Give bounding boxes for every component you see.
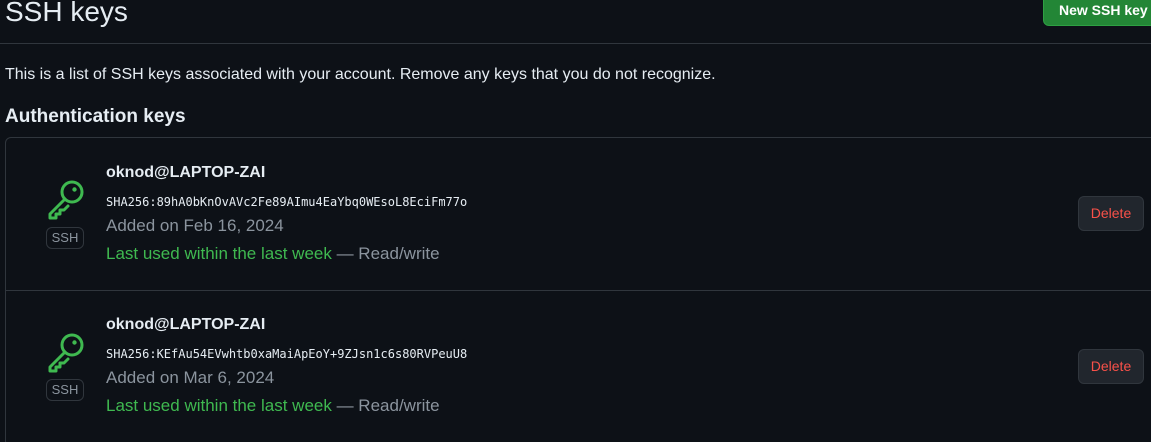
key-icon [48,333,84,373]
ssh-badge: SSH [46,227,84,249]
page-header: SSH keys New SSH key [0,0,1151,44]
new-ssh-key-button[interactable]: New SSH key [1043,0,1151,26]
key-added-date: Added on Mar 6, 2024 [106,368,275,387]
page-title: SSH keys [5,0,128,27]
key-added-date: Added on Feb 16, 2024 [106,216,284,235]
key-title: oknod@LAPTOP-ZAI [106,316,266,333]
list-item: SSH oknod@LAPTOP-ZAI SHA256:KEfAu54EVwht… [6,290,1151,442]
delete-key-button[interactable]: Delete [1078,349,1144,384]
key-fingerprint: SHA256:KEfAu54EVwhtb0xaMaiApEoY+9ZJsn1c6… [106,347,468,361]
key-last-used: Last used within the last week [106,244,332,263]
key-last-used: Last used within the last week [106,396,332,415]
key-icon [48,180,84,220]
list-item: SSH oknod@LAPTOP-ZAI SHA256:89hA0bKnOvAV… [6,138,1151,290]
key-access-level: — Read/write [331,396,440,415]
key-usage: Last used within the last week — Read/wr… [106,396,440,416]
key-fingerprint: SHA256:89hA0bKnOvAVc2Fe89AImu4EaYbq0WEso… [106,195,468,209]
key-usage: Last used within the last week — Read/wr… [106,244,440,264]
key-access-level: — Read/write [331,244,440,263]
key-title: oknod@LAPTOP-ZAI [106,164,266,181]
authentication-keys-heading: Authentication keys [5,106,186,127]
authentication-keys-list: SSH oknod@LAPTOP-ZAI SHA256:89hA0bKnOvAV… [5,137,1151,442]
ssh-keys-page: SSH keys New SSH key This is a list of S… [0,0,1151,442]
intro-text: This is a list of SSH keys associated wi… [5,66,716,83]
delete-key-button[interactable]: Delete [1078,196,1144,231]
ssh-badge: SSH [46,379,84,401]
